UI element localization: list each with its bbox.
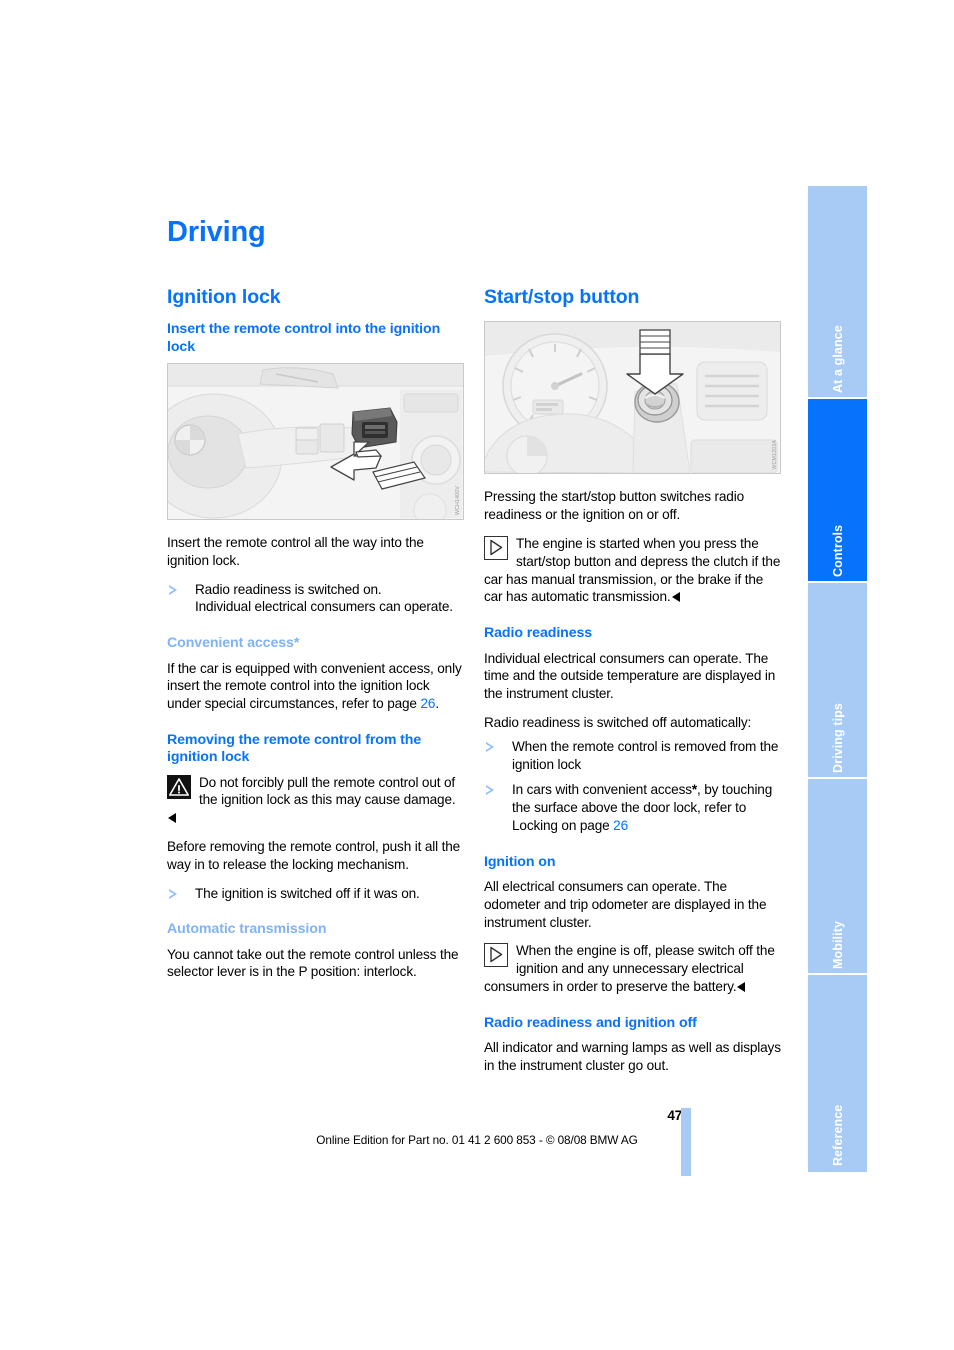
- list-item: Radio readiness is switched on. Individu…: [167, 581, 464, 617]
- sidebar-tab-controls[interactable]: Controls: [808, 399, 867, 583]
- sidebar-tab-driving-tips[interactable]: Driving tips: [808, 583, 867, 779]
- warning-text: Do not forcibly pull the remote control …: [199, 774, 456, 808]
- chapter-header: Driving: [167, 216, 787, 249]
- bullet-list-radio-readiness-off: When the remote control is removed from …: [484, 738, 781, 835]
- figure-code: WCM1203A: [772, 439, 778, 470]
- paragraph-insert-remote: Insert the remote control all the way in…: [167, 535, 424, 568]
- sidebar-tab-at-a-glance[interactable]: At a glance: [808, 186, 867, 399]
- start-stop-button-drawing: [485, 322, 780, 474]
- figure-start-stop-button-illustration: WCM1203A: [484, 321, 781, 475]
- section-heading-ignition-lock: Ignition lock: [167, 286, 281, 308]
- chapter-tab-strip: At a glance Controls Driving tips Mobili…: [808, 186, 867, 1174]
- bullet-list-radio-readiness: Radio readiness is switched on. Individu…: [167, 581, 464, 617]
- list-item-line2: Individual electrical consumers can oper…: [195, 599, 453, 615]
- paragraph-before-removing: Before removing the remote control, push…: [167, 838, 461, 872]
- note-text: The engine is started when you press the…: [484, 536, 781, 605]
- bullet-triangle-icon: [486, 741, 494, 752]
- ignition-lock-drawing: [168, 364, 463, 520]
- sidebar-tab-label: Controls: [830, 524, 845, 577]
- subheading-radio-readiness-and-ignition-off: Radio readiness and ignition off: [484, 1014, 697, 1031]
- right-column: Start/stop button WCM1203A Pressing the …: [484, 286, 781, 1086]
- subheading-ignition-on: Ignition on: [484, 853, 556, 870]
- subheading-radio-readiness: Radio readiness: [484, 625, 593, 642]
- list-item: The ignition is switched off if it was o…: [167, 885, 464, 903]
- note-play-triangle-icon: [484, 536, 508, 561]
- page-reference-link[interactable]: 26: [420, 696, 435, 711]
- bullet-triangle-icon: [169, 584, 177, 595]
- notice-end-marker: [737, 981, 746, 992]
- note-play-triangle-icon: [484, 943, 508, 968]
- bullet-list-ignition-off: The ignition is switched off if it was o…: [167, 885, 464, 903]
- page-title: Driving: [167, 216, 266, 248]
- page-reference-link[interactable]: 26: [613, 818, 628, 833]
- notice-end-marker: [168, 813, 176, 824]
- page-footer: 47 Online Edition for Part no. 01 41 2 6…: [0, 1108, 954, 1178]
- list-item-text: In cars with convenient access: [512, 782, 692, 798]
- list-item: When the remote control is removed from …: [484, 738, 781, 774]
- sidebar-tab-label: Mobility: [830, 920, 845, 969]
- sidebar-tab-label: Driving tips: [830, 703, 845, 773]
- subheading-removing-remote-control: Removing the remote control from the ign…: [167, 731, 422, 766]
- note-engine-off: When the engine is off, please switch of…: [484, 942, 781, 995]
- list-item: In cars with convenient access*, by touc…: [484, 781, 781, 834]
- sidebar-tab-mobility[interactable]: Mobility: [808, 779, 867, 975]
- note-text: When the engine is off, please switch of…: [484, 943, 775, 994]
- paragraph-radio-readiness-ignition-off: All indicator and warning lamps as well …: [484, 1040, 781, 1073]
- paragraph-radio-readiness-auto-off: Radio readiness is switched off automati…: [484, 714, 752, 730]
- warning-notice: Do not forcibly pull the remote control …: [167, 774, 464, 827]
- subheading-insert-remote-control: Insert the remote control into the ignit…: [167, 321, 441, 355]
- paragraph-text: If the car is equipped with convenient a…: [167, 660, 462, 712]
- paragraph-automatic-transmission: You cannot take out the remote control u…: [167, 946, 459, 980]
- sidebar-tab-label: At a glance: [830, 325, 845, 393]
- bullet-triangle-icon: [486, 785, 494, 796]
- warning-triangle-icon: [167, 774, 191, 799]
- list-item-label: The ignition is switched off if it was o…: [195, 885, 420, 901]
- note-engine-start: The engine is started when you press the…: [484, 535, 781, 606]
- paragraph-convenient-access: If the car is equipped with convenient a…: [167, 660, 464, 713]
- section-heading-start-stop-button: Start/stop button: [484, 286, 640, 308]
- paragraph-text-end: .: [435, 696, 439, 712]
- left-column: Ignition lock Insert the remote control …: [167, 286, 464, 992]
- figure-code: WCH1400V: [455, 486, 461, 516]
- list-item-label: When the remote control is removed from …: [512, 738, 779, 772]
- subheading-convenient-access: Convenient access*: [167, 635, 300, 652]
- footer-edition-text: Online Edition for Part no. 01 41 2 600 …: [316, 1133, 638, 1147]
- list-item-line1: Radio readiness is switched on.: [195, 581, 382, 597]
- paragraph-ignition-on: All electrical consumers can operate. Th…: [484, 879, 767, 930]
- manual-page: At a glance Controls Driving tips Mobili…: [0, 0, 954, 1350]
- notice-end-marker: [671, 592, 680, 603]
- bullet-triangle-icon: [169, 888, 177, 899]
- paragraph-radio-readiness: Individual electrical consumers can oper…: [484, 650, 776, 702]
- figure-ignition-lock-illustration: WCH1400V: [167, 363, 464, 521]
- subheading-automatic-transmission: Automatic transmission: [167, 921, 327, 938]
- page-number: 47: [667, 1108, 682, 1123]
- paragraph-pressing-start-stop: Pressing the start/stop button switches …: [484, 489, 744, 523]
